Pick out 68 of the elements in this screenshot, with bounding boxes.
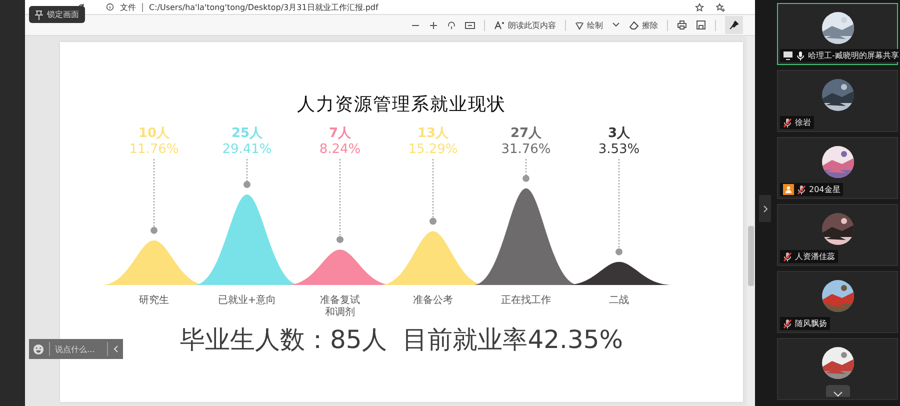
address-scheme: 文件: [120, 2, 136, 12]
pin-line: [244, 158, 250, 188]
save-icon[interactable]: [696, 20, 706, 30]
pin-line: [430, 158, 436, 225]
lock-screen-tooltip[interactable]: 锁定画面: [29, 6, 85, 23]
percent-label: 3.53%: [598, 142, 640, 157]
scroll-down-button[interactable]: [826, 385, 850, 397]
count-label: 27人: [510, 126, 542, 142]
pin-icon: [729, 20, 739, 30]
category-label: 正在找工作: [501, 295, 551, 307]
count-label: 7人: [328, 126, 352, 142]
participant-tile[interactable]: 徐岩: [777, 70, 898, 132]
funnel-icon: [575, 20, 584, 30]
chat-bar[interactable]: 说点什么...: [29, 339, 123, 359]
eraser-icon: [629, 20, 639, 30]
pin-line: [522, 158, 530, 182]
summary-text: 毕业生人数：85人 目前就业率42.35%: [180, 324, 624, 356]
participant-name: 哈理工-臧晓明的屏幕共享: [808, 50, 899, 61]
percent-label: 29.41%: [222, 142, 272, 157]
read-aloud-button[interactable]: 朗读此页内容: [494, 20, 556, 30]
count-label: 3人: [608, 126, 630, 142]
percent-label: 11.76%: [129, 142, 179, 157]
participant-tile[interactable]: 人资潘佳蕊: [777, 204, 898, 266]
pin-button[interactable]: [725, 16, 743, 34]
percent-label: 8.24%: [319, 142, 361, 157]
participant-tile[interactable]: 随风飘扬: [777, 271, 898, 333]
participant-name: 204金星: [809, 184, 840, 195]
star-icon[interactable]: [695, 2, 704, 12]
pin-icon: [35, 10, 43, 20]
percent-label: 31.76%: [501, 142, 551, 157]
count-label: 13人: [417, 126, 449, 142]
muted-mic-icon[interactable]: [783, 252, 792, 262]
fit-page-icon[interactable]: [465, 20, 475, 30]
percent-label: 15.29%: [408, 142, 458, 157]
info-icon[interactable]: [106, 3, 114, 11]
muted-mic-icon[interactable]: [797, 184, 806, 194]
category-label: 已就业+意向: [218, 295, 276, 307]
text-size-icon: [494, 20, 505, 30]
mic-icon[interactable]: [796, 50, 805, 60]
participant-tile[interactable]: [777, 338, 898, 400]
muted-mic-icon[interactable]: [783, 318, 792, 328]
chevron-right-icon: [762, 204, 768, 212]
favorites-icon[interactable]: [716, 2, 725, 12]
category-label: 二战: [609, 295, 629, 307]
count-label: 25人: [231, 126, 263, 142]
panel-toggle-button[interactable]: [759, 195, 771, 222]
count-label: 10人: [138, 126, 170, 142]
print-icon[interactable]: [677, 20, 687, 30]
rotate-icon[interactable]: [447, 20, 456, 30]
draw-button[interactable]: 绘制: [575, 20, 603, 30]
emoji-icon[interactable]: [33, 344, 44, 354]
category-label: 研究生: [139, 295, 169, 307]
chat-input[interactable]: 说点什么...: [49, 342, 108, 356]
participant-tile[interactable]: 204金星: [777, 137, 898, 199]
muted-mic-icon[interactable]: [783, 118, 792, 128]
category-label: 准备公考: [413, 295, 453, 307]
participant-name: 徐岩: [795, 117, 811, 128]
address-url[interactable]: C:/Users/ha'la'tong'tong/Desktop/3月31日就业工作汇报.pdf: [149, 2, 378, 12]
participant-name: 随风飘扬: [795, 318, 827, 329]
participant-tile[interactable]: 哈理工-臧晓明的屏幕共享: [777, 3, 898, 65]
slide-title: 人力资源管理系就业现状: [297, 93, 506, 116]
chevron-down-icon[interactable]: [612, 22, 620, 28]
category-label: 和调剂: [325, 307, 355, 319]
participant-name: 人资潘佳蕊: [795, 251, 835, 262]
category-label: 准备复试: [320, 295, 360, 306]
erase-button[interactable]: 擦除: [629, 20, 658, 30]
zoom-in-icon[interactable]: [429, 20, 438, 30]
collapse-icon[interactable]: [113, 345, 119, 353]
